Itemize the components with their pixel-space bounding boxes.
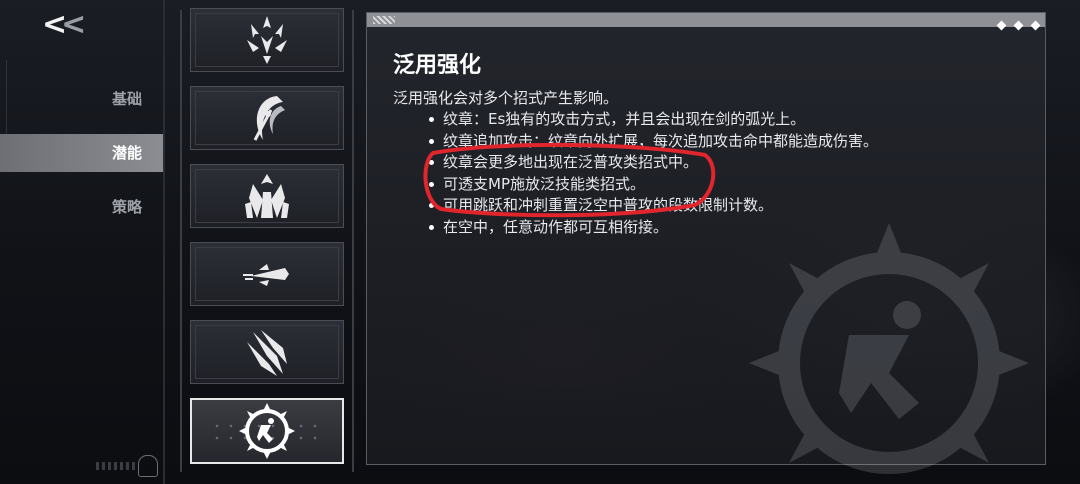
running-figure-emblem-icon	[239, 403, 295, 459]
game-menu-screen: << 基础 潜能 策略 泛用强化 泛用强化会对多个招式产生影响。 纹章：Es独有…	[0, 0, 1080, 484]
skill-card-5[interactable]	[190, 320, 344, 384]
back-chevron-icon-secondary: <	[61, 7, 86, 42]
skill-detail-panel: 泛用强化 泛用强化会对多个招式产生影响。 纹章：Es独有的攻击方式，并且会出现在…	[366, 12, 1046, 474]
skill-card-3[interactable]	[190, 164, 344, 228]
side-tab-list: 基础 潜能 策略	[0, 80, 164, 242]
skill-intro: 泛用强化会对多个招式产生影响。	[393, 89, 619, 107]
list-item: 纹章：Es独有的攻击方式，并且会出现在剑的弧光上。	[427, 109, 878, 131]
claw-slash-icon	[247, 330, 287, 376]
diamond-icon	[1030, 20, 1041, 31]
tab-strategy-label: 策略	[111, 198, 142, 216]
diamond-icon	[1013, 20, 1024, 31]
badge-icon	[138, 455, 158, 477]
crystal-burst-icon	[245, 174, 289, 218]
skill-title: 泛用强化	[393, 53, 482, 78]
back-button[interactable]: <<	[42, 8, 88, 42]
skill-card-2[interactable]	[190, 86, 344, 150]
panel-header-bar	[367, 13, 1045, 31]
side-divider	[163, 0, 165, 484]
hatch-pattern	[373, 16, 395, 24]
dart-streak-icon	[243, 264, 289, 286]
tab-basic[interactable]: 基础	[0, 80, 164, 118]
arrow-burst-icon	[247, 16, 287, 64]
tab-basic-label: 基础	[111, 90, 142, 108]
diamond-icon	[996, 20, 1007, 31]
panel-diamonds	[993, 14, 1041, 31]
decorative-stripes	[96, 462, 136, 470]
back-chevron-icon: <	[42, 7, 67, 42]
skill-card-1[interactable]	[190, 8, 344, 72]
running-figure-emblem-watermark-icon	[749, 223, 1029, 474]
skill-card-4[interactable]	[190, 242, 344, 306]
crescent-blade-icon	[253, 96, 285, 141]
tab-potential[interactable]: 潜能	[0, 134, 164, 172]
skill-card-6-selected[interactable]	[190, 398, 344, 464]
tab-potential-label: 潜能	[111, 144, 142, 162]
skill-list	[176, 0, 358, 484]
red-annotation-circle	[423, 142, 716, 218]
tab-strategy[interactable]: 策略	[0, 188, 164, 226]
